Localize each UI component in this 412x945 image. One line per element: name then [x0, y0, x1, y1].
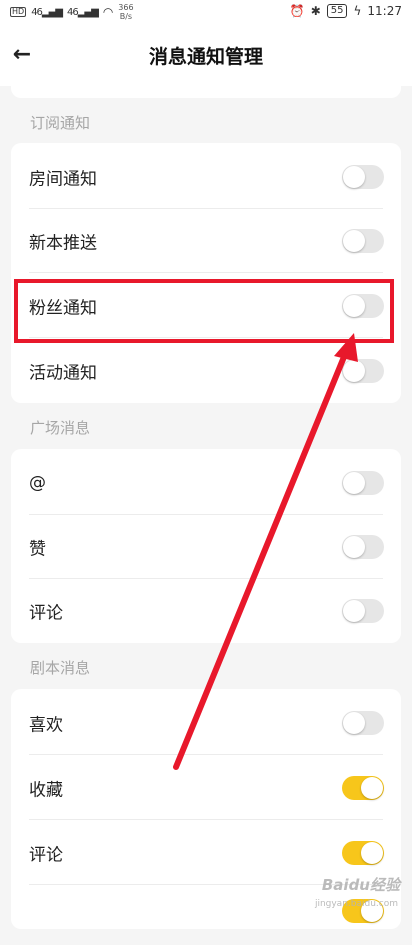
section-header-script: 剧本消息	[30, 659, 91, 677]
section-header-square: 广场消息	[30, 419, 91, 437]
settings-row-activity: 活动通知	[11, 339, 401, 403]
net-speed: 366 B/s	[118, 3, 134, 21]
row-label: 赞	[29, 539, 46, 560]
row-label: 评论	[29, 603, 63, 624]
settings-row-like: 赞	[11, 515, 401, 579]
toggle-switch[interactable]	[342, 776, 384, 800]
nav-bar: ← 消息通知管理	[0, 24, 412, 86]
toggle-switch[interactable]	[342, 711, 384, 735]
card-square: @ 赞 评论	[11, 449, 401, 643]
charging-icon: ϟ	[353, 4, 362, 18]
annotation-highlight-box	[14, 279, 394, 343]
previous-card-bottom	[11, 86, 401, 98]
signal-icon: 46▂▄▆	[31, 6, 63, 18]
row-label: 活动通知	[29, 363, 97, 384]
settings-row-comment: 评论	[11, 579, 401, 643]
alarm-icon: ⏰	[289, 4, 305, 18]
row-label: 收藏	[29, 780, 63, 801]
toggle-switch[interactable]	[342, 165, 384, 189]
row-label: 喜欢	[29, 715, 63, 736]
section-header-subscribe: 订阅通知	[30, 114, 91, 132]
toggle-switch[interactable]	[342, 229, 384, 253]
bluetooth-icon: ✱	[310, 4, 321, 18]
row-label: @	[29, 473, 46, 493]
settings-row-collect: 收藏	[11, 756, 401, 820]
watermark-url: jingyan.baidu.com	[314, 899, 398, 909]
signal-icon: 46▂▄▆	[67, 6, 99, 18]
toggle-switch[interactable]	[342, 471, 384, 495]
card-subscribe: 房间通知 新本推送 粉丝通知 活动通知	[11, 143, 401, 403]
toggle-switch[interactable]	[342, 599, 384, 623]
clock: 11:27	[367, 4, 402, 18]
settings-row-room: 房间通知	[11, 145, 401, 209]
hd-icon: HD	[10, 7, 27, 17]
settings-row-mention: @	[11, 451, 401, 515]
settings-row-new-release: 新本推送	[11, 209, 401, 273]
toggle-switch[interactable]	[342, 841, 384, 865]
settings-row-favorite: 喜欢	[11, 691, 401, 755]
status-bar: HD 46▂▄▆ 46▂▄▆ ◠ 366 B/s ⏰ ✱ 55 ϟ 11:27	[0, 0, 412, 24]
page-title: 消息通知管理	[148, 46, 263, 68]
watermark-logo: Baidu经验	[321, 876, 400, 894]
row-label: 评论	[29, 845, 63, 866]
battery-level: 55	[326, 4, 348, 18]
wifi-icon: ◠	[102, 5, 114, 19]
toggle-switch[interactable]	[342, 535, 384, 559]
row-label: 新本推送	[29, 233, 97, 254]
row-label: 房间通知	[29, 169, 97, 190]
toggle-switch[interactable]	[342, 359, 384, 383]
